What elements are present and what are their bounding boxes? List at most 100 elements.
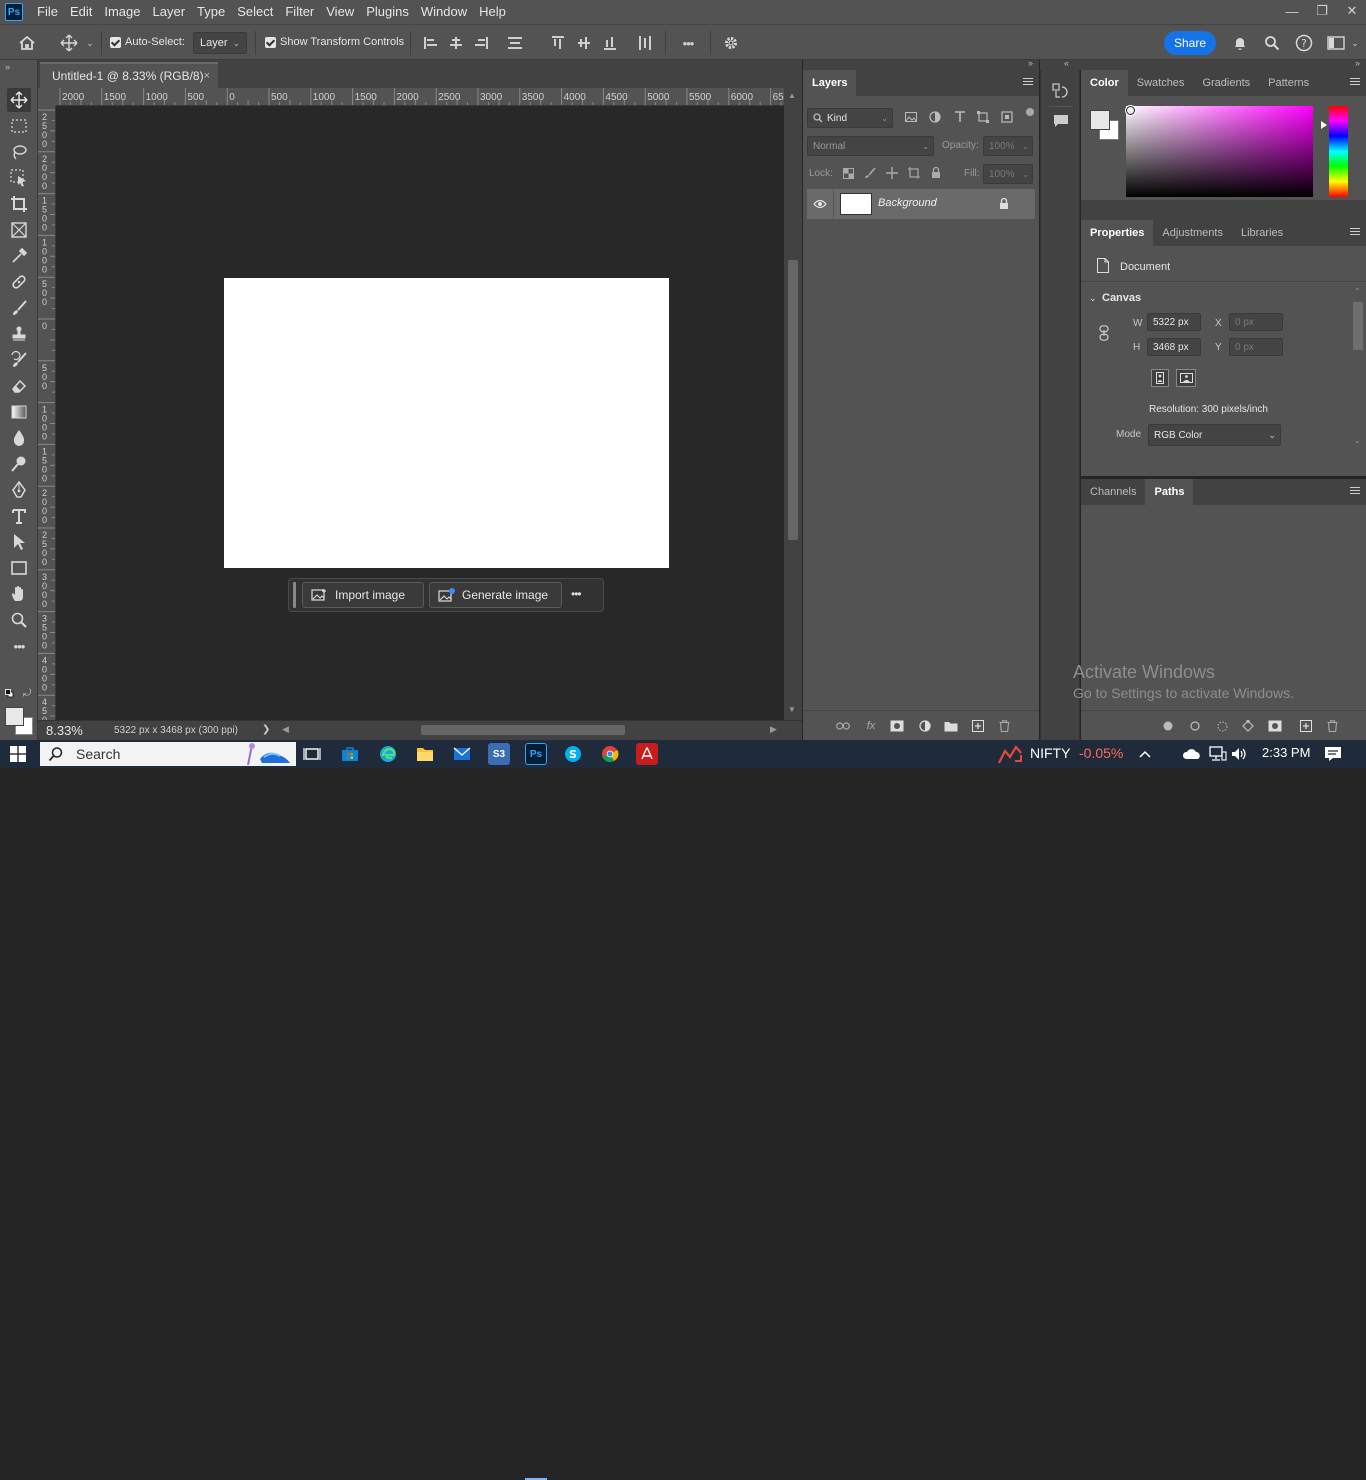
stock-chart-icon[interactable]	[998, 743, 1022, 765]
properties-scrollbar[interactable]: ⌃ ⌄	[1353, 287, 1363, 450]
vertical-ruler[interactable]: 2500200015001000500050010001500200025003…	[38, 106, 56, 720]
layers-panel-menu-icon[interactable]	[1023, 78, 1033, 87]
add-mask-icon[interactable]	[889, 719, 905, 733]
foreground-color-swatch[interactable]	[5, 707, 24, 726]
new-layer-icon[interactable]	[970, 719, 986, 733]
add-mask-icon[interactable]	[1268, 719, 1282, 733]
fill-path-icon[interactable]	[1161, 719, 1175, 733]
pen-tool[interactable]	[7, 478, 31, 502]
auto-select-target-dropdown[interactable]: Layer ⌄	[193, 32, 247, 54]
tab-swatches[interactable]: Swatches	[1128, 70, 1194, 96]
blur-tool[interactable]	[7, 426, 31, 450]
move-tool[interactable]	[7, 88, 31, 112]
tab-color[interactable]: Color	[1081, 70, 1128, 96]
vertical-scrollbar[interactable]: ▲ ▼	[784, 88, 802, 720]
scroll-left-icon[interactable]: ◀	[282, 724, 289, 735]
eye-icon[interactable]	[812, 197, 828, 211]
type-tool[interactable]	[7, 504, 31, 528]
distribute-vertical-icon[interactable]	[506, 34, 524, 52]
edit-toolbar-icon[interactable]: •••	[7, 634, 31, 658]
close-tab-icon[interactable]: ×	[204, 70, 210, 82]
clock-time[interactable]: 2:33 PM	[1262, 745, 1310, 760]
zoom-tool[interactable]	[7, 608, 31, 632]
layer-name[interactable]: Background	[878, 197, 937, 209]
auto-select-checkbox[interactable]	[110, 37, 121, 48]
bell-icon[interactable]	[1230, 33, 1250, 53]
lock-image-pixels-icon[interactable]	[863, 166, 877, 180]
new-path-icon[interactable]	[1299, 719, 1313, 733]
tab-patterns[interactable]: Patterns	[1259, 70, 1318, 96]
folder-icon[interactable]	[943, 719, 959, 733]
hand-tool[interactable]	[7, 582, 31, 606]
canvas-collapse-icon[interactable]: ⌄	[1089, 293, 1097, 304]
taskbar-search-box[interactable]: Search	[40, 742, 296, 766]
zoom-level[interactable]: 8.33%	[46, 723, 83, 738]
tab-gradients[interactable]: Gradients	[1193, 70, 1259, 96]
color-mode-dropdown[interactable]: RGB Color ⌄	[1148, 424, 1281, 446]
menu-layer[interactable]: Layer	[147, 0, 192, 24]
skype-icon[interactable]: S	[562, 743, 584, 765]
lock-all-icon[interactable]	[929, 166, 943, 180]
collapse-right-dock-icon[interactable]: »	[1355, 58, 1360, 68]
align-left-icon[interactable]	[422, 34, 440, 52]
stock-name[interactable]: NIFTY	[1030, 745, 1070, 761]
tab-properties[interactable]: Properties	[1081, 220, 1154, 246]
menu-filter[interactable]: Filter	[279, 0, 320, 24]
scroll-up-icon[interactable]: ▲	[788, 91, 796, 100]
filter-type-icon[interactable]	[953, 110, 967, 124]
fill-field[interactable]: 100% ⌄	[983, 164, 1033, 184]
home-icon[interactable]	[16, 33, 38, 53]
layer-row[interactable]: Background	[807, 189, 1035, 219]
frame-tool[interactable]	[7, 218, 31, 242]
adjustment-layer-icon[interactable]	[917, 719, 933, 733]
canvas-area[interactable]: Import image Generate image •••	[56, 106, 784, 720]
vertical-scroll-thumb[interactable]	[788, 260, 798, 540]
make-work-path-icon[interactable]	[1241, 719, 1255, 733]
show-transform-checkbox[interactable]	[265, 37, 276, 48]
lock-artboard-icon[interactable]	[907, 166, 921, 180]
scroll-up-icon[interactable]: ⌃	[1354, 287, 1361, 296]
document-canvas[interactable]	[224, 278, 669, 568]
share-button[interactable]: Share	[1164, 31, 1216, 55]
comments-panel-icon[interactable]	[1051, 111, 1071, 131]
menu-view[interactable]: View	[320, 0, 360, 24]
ruler-origin[interactable]	[38, 88, 56, 106]
align-vertical-center-icon[interactable]	[575, 34, 593, 52]
lock-position-icon[interactable]	[885, 166, 899, 180]
status-menu-arrow[interactable]: ❯	[262, 724, 270, 735]
landscape-orientation-button[interactable]	[1176, 369, 1196, 387]
hue-slider-marker-icon[interactable]	[1321, 121, 1327, 129]
restore-button[interactable]: ❐	[1308, 0, 1336, 22]
delete-path-icon[interactable]	[1325, 719, 1339, 733]
microsoft-store-icon[interactable]	[339, 743, 361, 765]
gear-icon[interactable]	[721, 33, 741, 53]
filter-pixel-icon[interactable]	[904, 110, 918, 124]
opacity-field[interactable]: 100% ⌄	[983, 136, 1033, 156]
tab-libraries[interactable]: Libraries	[1232, 220, 1292, 246]
photoshop-taskbar-icon[interactable]: Ps	[525, 743, 547, 765]
filter-adjustment-icon[interactable]	[928, 110, 942, 124]
tab-paths[interactable]: Paths	[1145, 479, 1194, 505]
chevron-up-icon[interactable]	[1134, 743, 1156, 765]
workspace-icon[interactable]	[1325, 33, 1347, 53]
layer-lock-icon[interactable]	[997, 196, 1011, 212]
canvas-section-title[interactable]: Canvas	[1102, 292, 1141, 304]
windows-start-icon[interactable]	[10, 746, 26, 762]
align-horizontal-center-icon[interactable]	[447, 34, 465, 52]
expand-dock-icon[interactable]: «	[1064, 58, 1069, 68]
healing-brush-tool[interactable]	[7, 270, 31, 294]
filter-smart-object-icon[interactable]	[1000, 110, 1014, 124]
foreground-color-chip[interactable]	[1090, 110, 1110, 130]
menu-image[interactable]: Image	[98, 0, 146, 24]
import-image-button[interactable]: Import image	[302, 582, 424, 608]
collapse-dock-icon[interactable]: »	[1028, 58, 1033, 68]
eraser-tool[interactable]	[7, 374, 31, 398]
stroke-path-icon[interactable]	[1188, 719, 1202, 733]
acrobat-icon[interactable]	[636, 743, 658, 765]
context-more-button[interactable]: •••	[571, 587, 582, 601]
object-selection-tool[interactable]	[7, 166, 31, 190]
canvas-y-field[interactable]: 0 px	[1229, 338, 1283, 356]
eyedropper-tool[interactable]	[7, 244, 31, 268]
hue-slider[interactable]	[1329, 106, 1348, 197]
chrome-icon[interactable]	[599, 743, 621, 765]
